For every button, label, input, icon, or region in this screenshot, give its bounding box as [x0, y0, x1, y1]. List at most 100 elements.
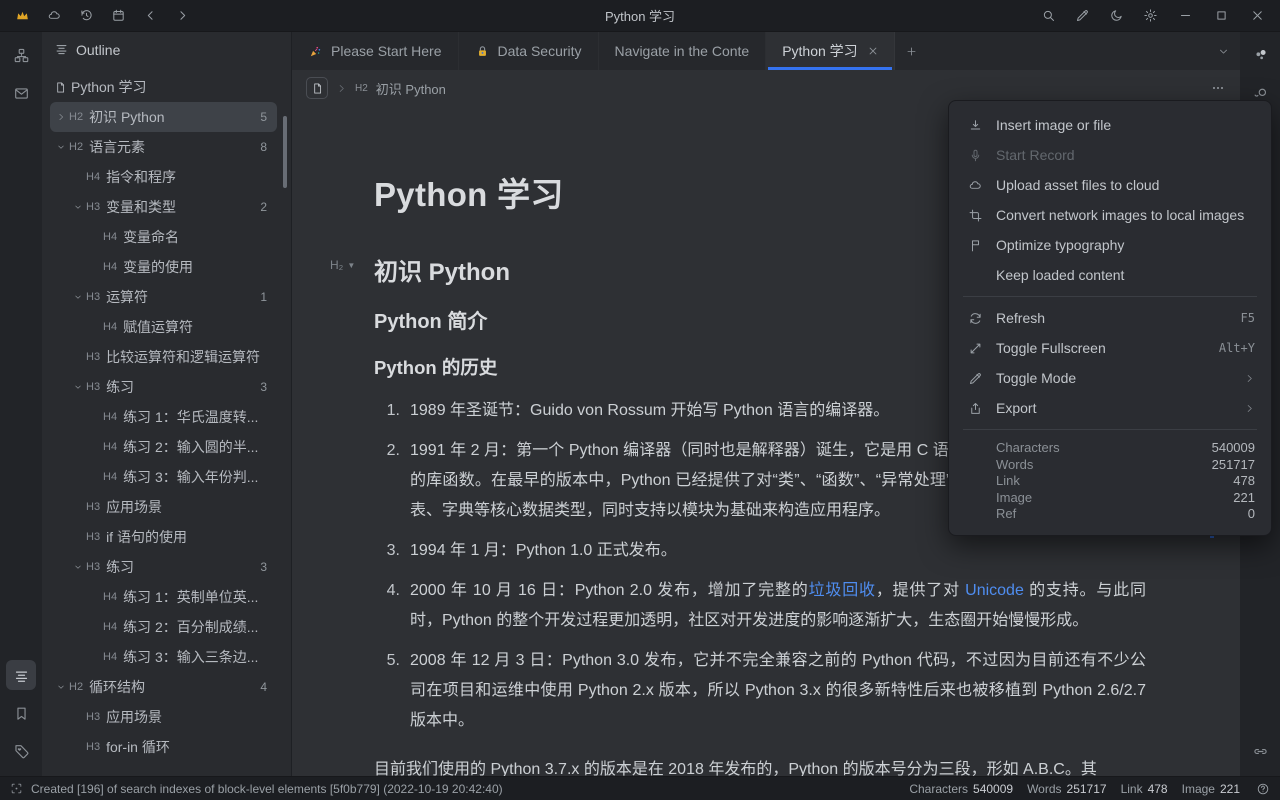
chevron-down-icon[interactable] [52, 142, 69, 152]
statusbar-stat-value: 221 [1220, 782, 1240, 796]
tab-close-icon[interactable] [868, 46, 878, 56]
heading-level-badge: H4 [86, 171, 100, 183]
outline-item-label: 练习 3：输入年份判... [123, 467, 258, 487]
cloud-sync-icon[interactable] [40, 4, 68, 28]
outline-item[interactable]: H3变量和类型2 [50, 192, 277, 222]
chevron-down-icon[interactable] [69, 292, 86, 302]
outline-item[interactable]: H2初识 Python5 [50, 102, 277, 132]
document-icon [54, 81, 71, 94]
outline-item[interactable]: H4练习 3：输入三条边... [50, 642, 277, 672]
chevron-down-icon[interactable] [69, 202, 86, 212]
more-options-icon[interactable] [1210, 80, 1226, 96]
breadcrumb-heading-label[interactable]: 初识 Python [376, 79, 446, 98]
crown-icon[interactable] [8, 4, 36, 28]
menu-item-refresh[interactable]: RefreshF5 [949, 303, 1271, 333]
outline-item[interactable]: H3运算符1 [50, 282, 277, 312]
heading-gutter[interactable]: H₂▼ [330, 258, 355, 272]
menu-item-keep-loaded-content[interactable]: Keep loaded content [949, 260, 1271, 290]
outline-item-label: if 语句的使用 [106, 527, 187, 547]
window-close-icon[interactable] [1242, 4, 1272, 28]
outline-item[interactable]: H4练习 1：英制单位英... [50, 582, 277, 612]
menu-stat-label: Image [996, 490, 1032, 507]
graph-icon[interactable] [1245, 40, 1275, 70]
outline-item[interactable]: H3应用场景 [50, 492, 277, 522]
lock-icon [475, 44, 490, 59]
typography-icon [967, 237, 983, 253]
menu-item-convert-network-images-to-local-images[interactable]: Convert network images to local images [949, 200, 1271, 230]
context-menu: Insert image or fileStart RecordUpload a… [948, 100, 1272, 536]
tab-item[interactable]: Data Security [459, 32, 599, 70]
outline-item[interactable]: H4练习 1：华氏温度转... [50, 402, 277, 432]
outline-item-count: 2 [260, 200, 277, 214]
daily-note-icon[interactable] [104, 4, 132, 28]
theme-moon-icon[interactable] [1102, 4, 1130, 28]
bookmark-icon[interactable] [6, 698, 36, 728]
chevron-down-icon[interactable] [52, 682, 69, 692]
file-tree-icon[interactable] [6, 40, 36, 70]
outline-icon[interactable] [6, 660, 36, 690]
help-icon[interactable] [1256, 782, 1270, 796]
menu-item-toggle-fullscreen[interactable]: Toggle FullscreenAlt+Y [949, 333, 1271, 363]
outline-scrollbar-thumb[interactable] [283, 116, 287, 188]
collapse-triangle-icon[interactable]: ▼ [347, 261, 355, 270]
chevron-down-icon[interactable] [69, 382, 86, 392]
outline-item-count: 8 [260, 140, 277, 154]
inline-link[interactable]: 垃圾回收 [809, 582, 876, 599]
list-item-text[interactable]: 2000 年 10 月 16 日：Python 2.0 发布，增加了完整的垃圾回… [410, 576, 1146, 636]
list-item-number: 2. [374, 436, 400, 526]
menu-item-upload-asset-files-to-cloud[interactable]: Upload asset files to cloud [949, 170, 1271, 200]
tab-item[interactable]: Navigate in the Conte [599, 32, 767, 70]
tag-icon[interactable] [6, 736, 36, 766]
menu-stat-label: Link [996, 473, 1020, 490]
outline-item[interactable]: H3if 语句的使用 [50, 522, 277, 552]
outline-item[interactable]: H4练习 2：百分制成绩... [50, 612, 277, 642]
tab-active[interactable]: Python 学习 [766, 32, 894, 70]
outline-item-label: 语言元素 [89, 137, 145, 157]
trailing-paragraph[interactable]: 目前我们使用的 Python 3.7.x 的版本是在 2018 年发布的，Pyt… [374, 755, 1146, 776]
left-dock-bottom [6, 660, 36, 766]
window-minimize-icon[interactable] [1170, 4, 1200, 28]
breadcrumb-doc-button[interactable] [306, 77, 328, 99]
outline-item[interactable]: H4练习 3：输入年份判... [50, 462, 277, 492]
menu-item-insert-image-or-file[interactable]: Insert image or file [949, 110, 1271, 140]
window-maximize-icon[interactable] [1206, 4, 1236, 28]
history-icon[interactable] [72, 4, 100, 28]
inline-link[interactable]: Unicode [965, 582, 1024, 599]
outline-panel-header[interactable]: Outline [42, 32, 291, 68]
settings-gear-icon[interactable] [1136, 4, 1164, 28]
outline-item[interactable]: H2循环结构4 [50, 672, 277, 702]
outline-header-label: Outline [76, 42, 120, 58]
outline-doc-row[interactable]: Python 学习 [50, 72, 277, 102]
tab-label: Data Security [498, 43, 582, 59]
list-item-text[interactable]: 1994 年 1 月：Python 1.0 正式发布。 [410, 536, 1146, 566]
outline-item[interactable]: H3比较运算符和逻辑运算符 [50, 342, 277, 372]
heading-level-badge: H4 [103, 651, 117, 663]
outline-item[interactable]: H4变量的使用 [50, 252, 277, 282]
outline-item-count: 3 [260, 560, 277, 574]
nav-forward-icon[interactable] [168, 4, 196, 28]
menu-item-export[interactable]: Export [949, 393, 1271, 423]
menu-separator [963, 429, 1257, 430]
chevron-right-icon[interactable] [52, 112, 69, 122]
outline-item[interactable]: H2语言元素8 [50, 132, 277, 162]
outline-item[interactable]: H3for-in 循环 [50, 732, 277, 762]
tab-item[interactable]: Please Start Here [292, 32, 459, 70]
backlinks-icon[interactable] [1245, 736, 1275, 766]
outline-item[interactable]: H3练习3 [50, 372, 277, 402]
list-item-text[interactable]: 2008 年 12 月 3 日：Python 3.0 发布，它并不完全兼容之前的… [410, 646, 1146, 736]
outline-item[interactable]: H4赋值运算符 [50, 312, 277, 342]
outline-item[interactable]: H4练习 2：输入圆的半... [50, 432, 277, 462]
outline-item[interactable]: H3练习3 [50, 552, 277, 582]
outline-item[interactable]: H3应用场景 [50, 702, 277, 732]
new-tab-button[interactable] [895, 32, 929, 70]
inbox-icon[interactable] [6, 78, 36, 108]
chevron-down-icon[interactable] [69, 562, 86, 572]
tab-overflow-chevron-icon[interactable] [1206, 32, 1240, 70]
global-search-icon[interactable] [1034, 4, 1062, 28]
outline-item[interactable]: H4指令和程序 [50, 162, 277, 192]
outline-item[interactable]: H4变量命名 [50, 222, 277, 252]
menu-item-optimize-typography[interactable]: Optimize typography [949, 230, 1271, 260]
nav-back-icon[interactable] [136, 4, 164, 28]
menu-item-toggle-mode[interactable]: Toggle Mode [949, 363, 1271, 393]
edit-icon[interactable] [1068, 4, 1096, 28]
